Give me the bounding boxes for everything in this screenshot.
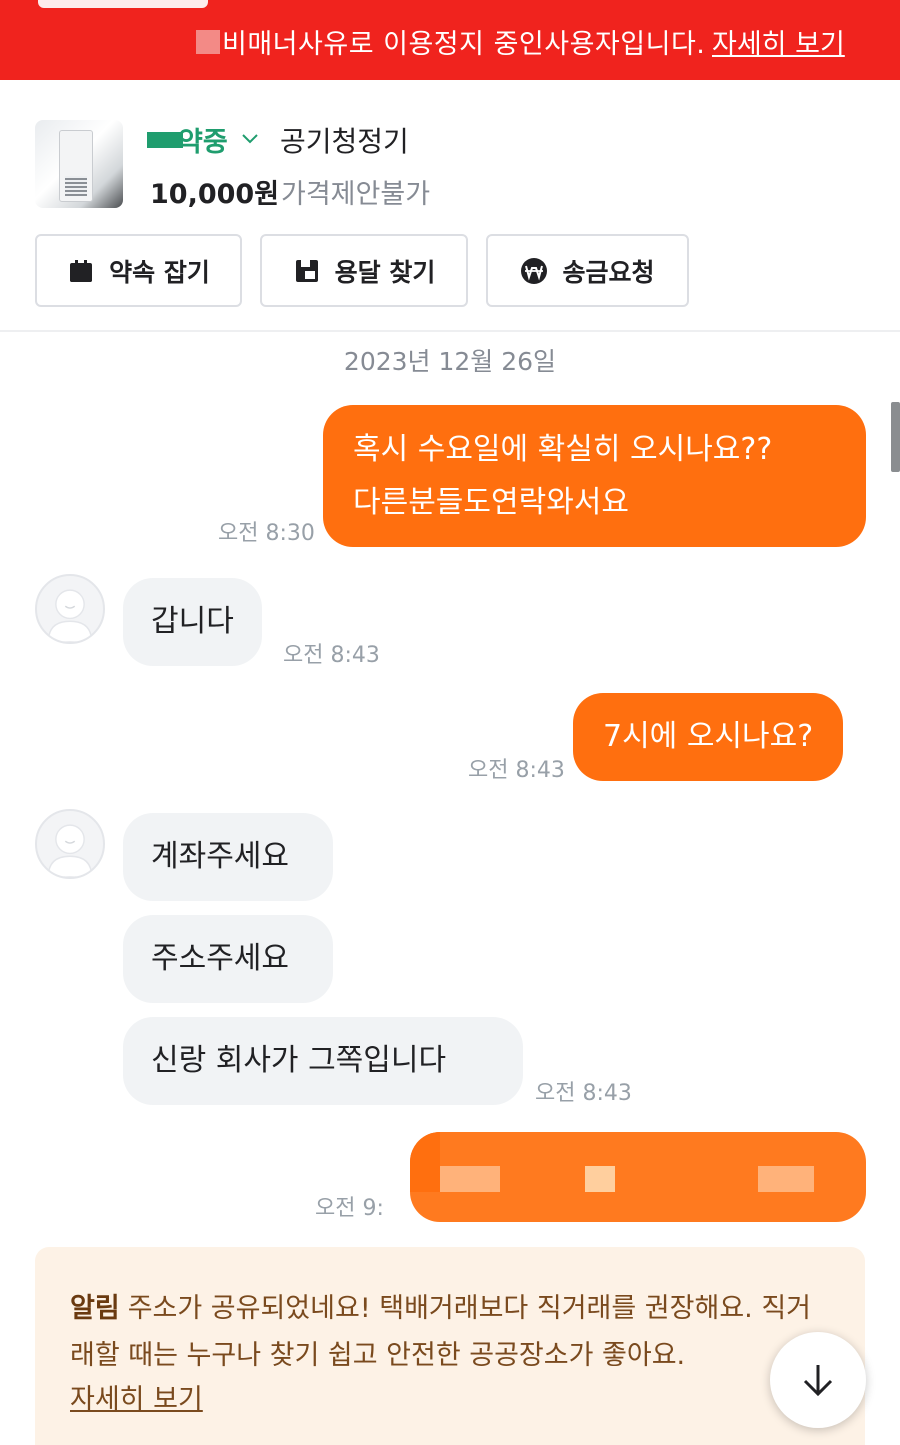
banner-detail-link[interactable]: 자세히 보기 — [712, 22, 845, 61]
message-line: 다른분들도연락와서요 — [353, 485, 629, 520]
message-time: 오전 9: — [315, 1196, 384, 1221]
appointment-button[interactable]: 약속 잡기 — [35, 234, 242, 307]
purifier-grill — [65, 176, 87, 196]
header-divider — [0, 330, 900, 332]
other-message-bubble[interactable]: 신랑 회사가 그쪽입니다 — [123, 1017, 523, 1105]
chat-date: 2023년 12월 26일 — [343, 347, 557, 376]
appointment-label: 약속 잡기 — [109, 257, 210, 287]
notice-label: 알림 — [70, 1293, 120, 1324]
address-share-notice: 알림 주소가 공유되었네요! 택배거래보다 직거래를 권장해요. 직거래할 때는 … — [35, 1247, 865, 1445]
banner-tab — [38, 0, 208, 8]
my-message-bubble[interactable]: 혹시 수요일에 확실히 오시나요?? 다른분들도연락와서요 — [323, 405, 866, 547]
delivery-label: 용달 찾기 — [334, 257, 436, 287]
redaction-block — [758, 1166, 814, 1192]
truck-icon — [295, 259, 318, 282]
avatar[interactable] — [35, 809, 105, 879]
price-negotiation-note: 가격제안불가 — [281, 179, 431, 210]
redacted-message-bubble[interactable] — [410, 1132, 866, 1222]
other-message-bubble[interactable]: 주소주세요 — [123, 915, 333, 1003]
calendar-icon — [70, 259, 93, 282]
scroll-down-button[interactable] — [770, 1332, 866, 1428]
trade-status[interactable]: 약중 — [178, 120, 228, 159]
product-header: 약중 공기청정기 10,000원 가격제안불가 약속 잡기 용달 찾기 송금요청 — [0, 80, 900, 330]
won-icon — [521, 257, 548, 284]
banner-text: 비매너사유로 이용정지 중인사용자입니다. — [222, 29, 706, 60]
notice-body: 알림 주소가 공유되었네요! 택배거래보다 직거래를 권장해요. 직거래할 때는 … — [70, 1285, 830, 1379]
suspension-banner: 비매너사유로 이용정지 중인사용자입니다. 자세히 보기 — [0, 0, 900, 80]
chevron-down-icon[interactable] — [240, 128, 260, 148]
product-price: 10,000원 — [150, 179, 280, 210]
message-time: 오전 8:43 — [283, 643, 380, 668]
redaction-block — [440, 1166, 500, 1192]
bubble-edge — [410, 1132, 440, 1192]
message-time: 오전 8:30 — [218, 521, 315, 546]
remittance-label: 송금요청 — [562, 257, 655, 287]
message-time: 오전 8:43 — [468, 758, 565, 783]
message-line: 혹시 수요일에 확실히 오시나요?? — [353, 432, 773, 467]
remittance-button[interactable]: 송금요청 — [486, 234, 689, 307]
scrollbar[interactable] — [891, 402, 900, 472]
product-thumbnail[interactable] — [35, 120, 123, 208]
redaction-block — [585, 1166, 615, 1192]
product-title[interactable]: 공기청정기 — [280, 120, 409, 160]
message-time: 오전 8:43 — [535, 1081, 632, 1106]
redacted-mark — [196, 30, 220, 54]
my-message-bubble[interactable]: 7시에 오시나요? — [573, 693, 844, 781]
default-profile-icon — [47, 589, 93, 642]
arrow-down-icon — [803, 1365, 833, 1397]
other-message-bubble[interactable]: 갑니다 — [123, 578, 262, 666]
avatar[interactable] — [35, 574, 105, 644]
notice-detail-link[interactable]: 자세히 보기 — [70, 1377, 203, 1416]
notice-text: 주소가 공유되었네요! 택배거래보다 직거래를 권장해요. 직거래할 때는 누구… — [70, 1293, 812, 1371]
default-profile-icon — [47, 824, 93, 877]
delivery-button[interactable]: 용달 찾기 — [260, 234, 468, 307]
other-message-bubble[interactable]: 계좌주세요 — [123, 813, 333, 901]
